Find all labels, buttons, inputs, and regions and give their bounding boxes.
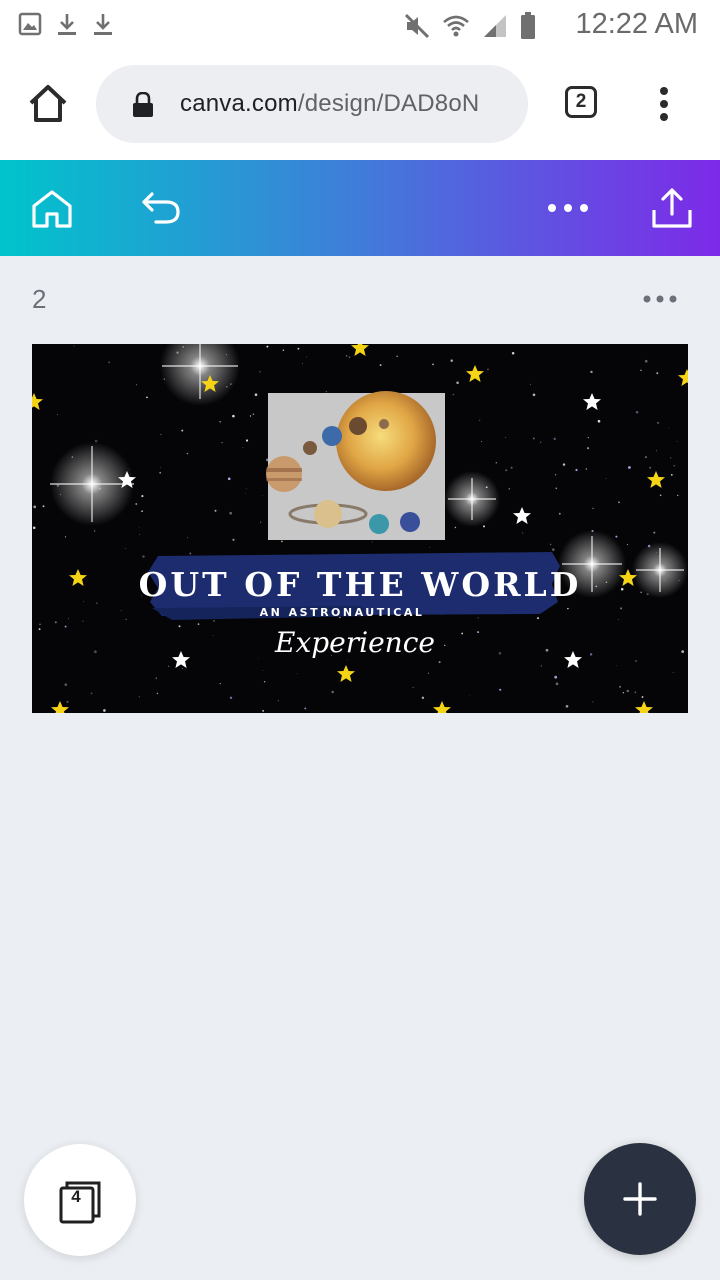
planets-image bbox=[266, 391, 445, 540]
url-path: /design/DAD8oN bbox=[297, 90, 480, 117]
status-bar: 12:22 AM bbox=[0, 0, 720, 50]
wifi-icon bbox=[443, 15, 469, 37]
page-options-icon[interactable] bbox=[642, 290, 678, 308]
pages-button[interactable]: 4 bbox=[24, 1144, 136, 1256]
plus-icon bbox=[623, 1182, 657, 1216]
pages-count: 4 bbox=[71, 1187, 81, 1206]
home-icon[interactable] bbox=[30, 188, 74, 230]
design-subtitle[interactable]: AN ASTRONAUTICAL bbox=[32, 606, 652, 619]
signal-icon bbox=[484, 15, 506, 37]
browser-home-icon[interactable] bbox=[26, 82, 70, 126]
download-icon bbox=[58, 14, 76, 35]
browser-toolbar: canva.com/design/DAD8oN 2 bbox=[0, 50, 720, 160]
lock-icon bbox=[133, 92, 153, 117]
battery-icon bbox=[521, 12, 535, 39]
tab-count: 2 bbox=[575, 91, 587, 112]
image-icon bbox=[18, 12, 42, 36]
add-button[interactable] bbox=[584, 1143, 696, 1255]
undo-icon[interactable] bbox=[140, 188, 182, 228]
status-time: 12:22 AM bbox=[575, 8, 698, 40]
page-number: 2 bbox=[32, 284, 47, 314]
design-page[interactable]: OUT OF THE WORLD AN ASTRONAUTICAL Experi… bbox=[32, 344, 688, 713]
browser-menu-icon[interactable] bbox=[654, 86, 674, 126]
url-domain: canva.com bbox=[180, 90, 298, 117]
editor-toolbar bbox=[0, 160, 720, 256]
more-options-icon[interactable] bbox=[546, 190, 590, 226]
share-icon[interactable] bbox=[650, 186, 694, 230]
design-script-text[interactable]: Experience bbox=[32, 626, 678, 659]
design-title[interactable]: OUT OF THE WORLD bbox=[32, 565, 688, 604]
tab-switcher-button[interactable]: 2 bbox=[565, 86, 597, 118]
mute-icon bbox=[404, 13, 430, 39]
url-text: canva.com/design/DAD8oN bbox=[180, 90, 479, 118]
download-icon bbox=[94, 14, 112, 35]
address-bar[interactable]: canva.com/design/DAD8oN bbox=[96, 65, 528, 143]
